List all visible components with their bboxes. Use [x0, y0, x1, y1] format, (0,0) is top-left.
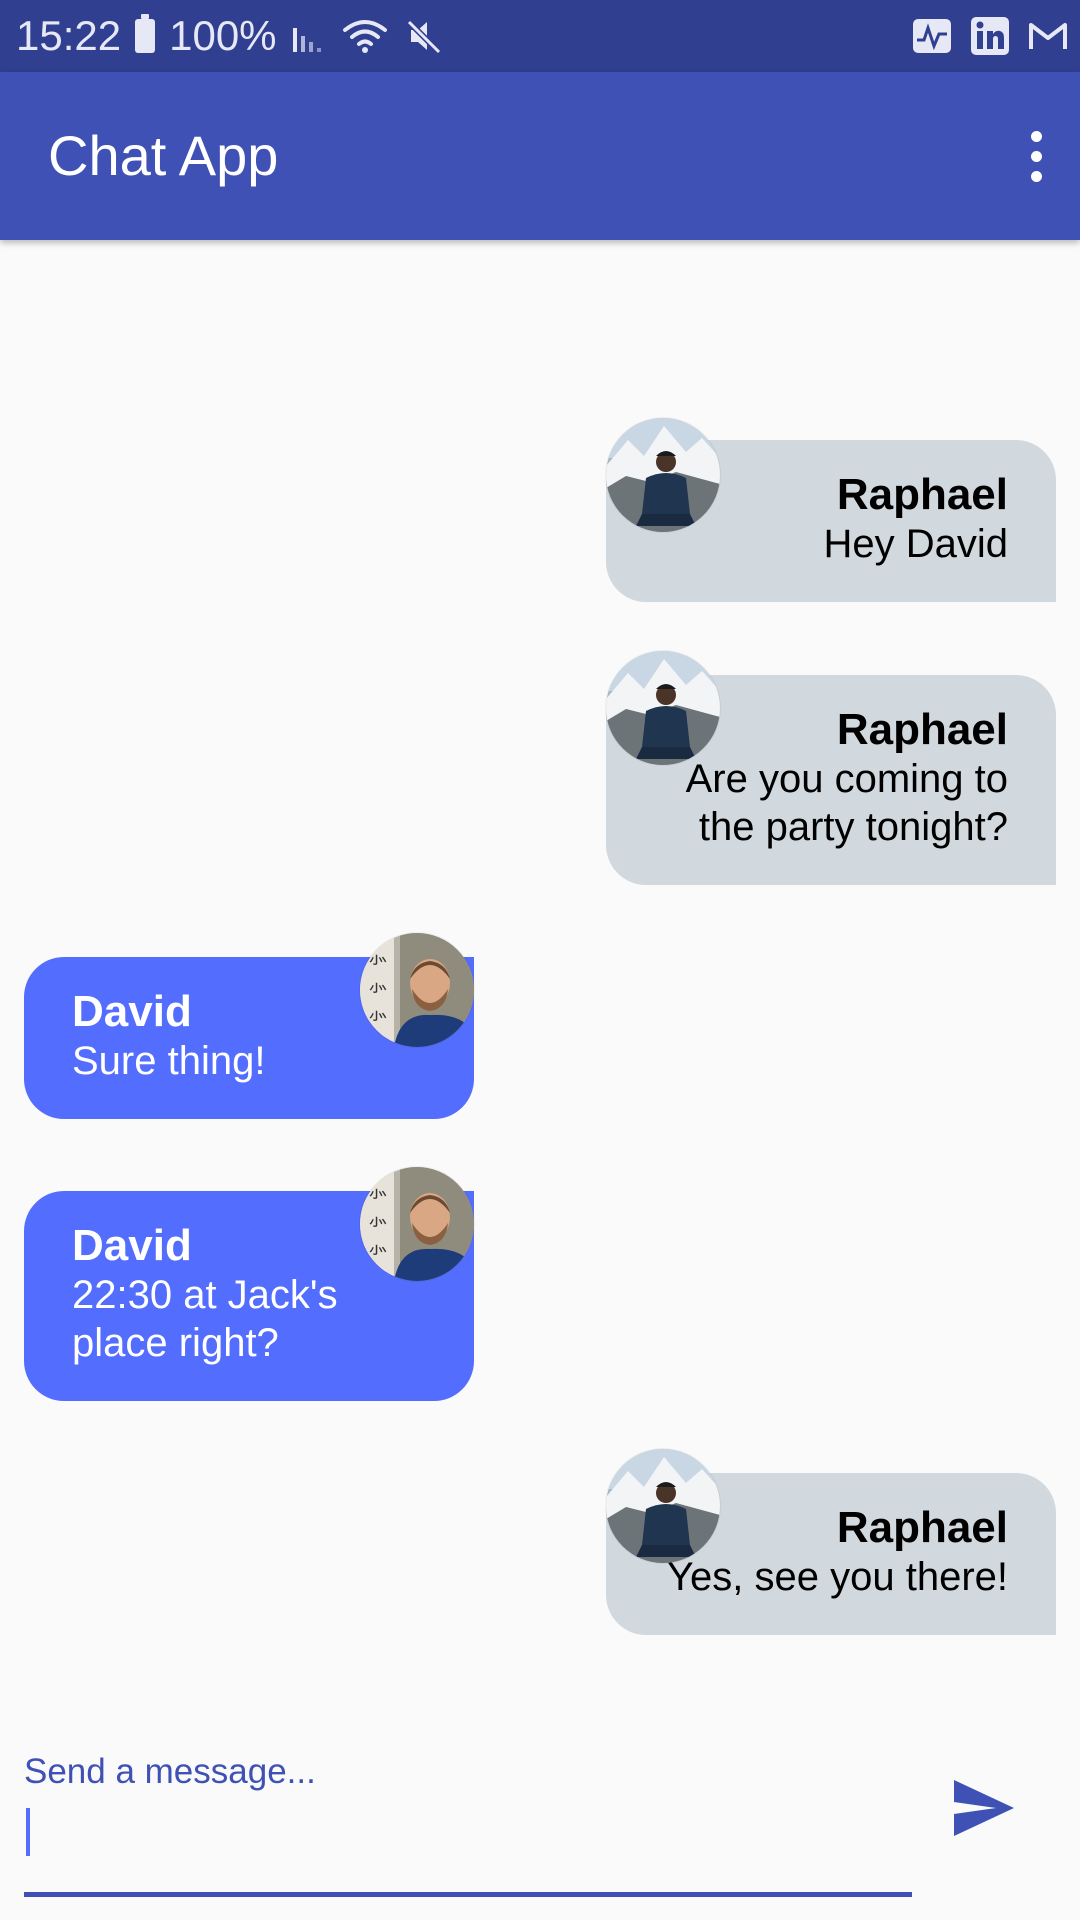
linkedin-icon — [971, 17, 1009, 55]
battery-percent: 100% — [169, 12, 277, 59]
message-text: 22:30 at Jack's place right? — [72, 1273, 338, 1365]
svg-text:⺗: ⺗ — [368, 1234, 388, 1258]
wifi-icon — [342, 20, 387, 53]
avatar-david: ⺗ ⺗ ⺗ — [360, 933, 474, 1047]
svg-text:⺗: ⺗ — [368, 1178, 388, 1202]
send-icon[interactable] — [952, 1776, 1016, 1840]
gmail-icon — [1029, 23, 1067, 49]
message-input[interactable] — [24, 1720, 912, 1894]
app-bar: Chat App — [0, 72, 1080, 240]
activity-icon — [913, 19, 951, 53]
avatar-raphael — [606, 651, 720, 765]
svg-text:⺗: ⺗ — [368, 944, 388, 968]
message-text: Are you coming to the party tonight? — [685, 757, 1008, 849]
svg-text:⺗: ⺗ — [368, 1206, 388, 1230]
app-title: Chat App — [48, 124, 279, 187]
battery-icon — [135, 14, 156, 53]
avatar-david: ⺗ ⺗ ⺗ — [360, 1167, 474, 1281]
signal-icon — [292, 28, 321, 52]
text-caret — [26, 1808, 30, 1856]
input-underline — [24, 1892, 912, 1897]
message-composer: Send a message... — [24, 1720, 912, 1898]
avatar-raphael — [606, 418, 720, 532]
status-bar: 15:22 100% — [0, 0, 1080, 72]
mute-icon — [406, 19, 441, 55]
overflow-menu-icon[interactable] — [1012, 120, 1060, 192]
status-time: 15:22 — [16, 12, 122, 59]
svg-text:⺗: ⺗ — [368, 1000, 388, 1024]
svg-text:⺗: ⺗ — [368, 972, 388, 996]
avatar-raphael — [606, 1449, 720, 1563]
